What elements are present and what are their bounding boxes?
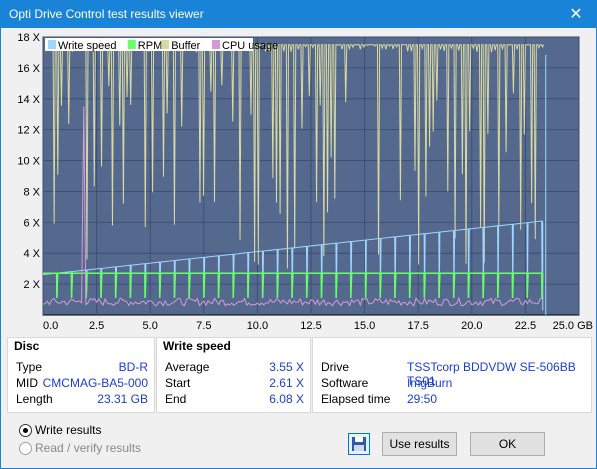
window-title: Opti Drive Control test results viewer [9,7,204,21]
x-tick-label: 12.5 [300,320,321,332]
x-tick-label: 20.0 [461,320,482,332]
x-tick-label: 5.0 [143,320,158,332]
legend-swatch [48,40,56,49]
legend-label: Buffer [171,40,200,52]
disc-header: Disc [14,339,40,353]
x-tick-label: 15.0 [354,320,375,332]
save-button[interactable] [348,433,370,455]
y-tick-label: 4 X [23,248,40,260]
legend-swatch [127,40,136,49]
y-tick-label: 10 X [17,156,40,168]
start-value: 2.61 X [269,376,304,390]
close-icon[interactable]: ✕ [556,1,596,28]
x-tick-label: 2.5 [89,320,104,332]
x-tick-label: 10.0 [247,320,268,332]
disc-type-value: BD-R [118,360,148,374]
elapsed-time-row: Elapsed time 29:50 [321,392,585,408]
legend-label: Write speed [58,40,117,52]
read-verify-results-label: Read / verify results [35,441,142,455]
legend-label: CPU usage [222,40,278,52]
x-tick-label: 22.5 [515,320,536,332]
write-results-label: Write results [35,423,102,437]
y-tick-label: 12 X [17,125,40,137]
average-row: Average 3.55 X [165,360,304,376]
x-tick-label: 7.5 [196,320,211,332]
end-row: End 6.08 X [165,392,304,408]
y-tick-label: 6 X [23,217,40,229]
disc-length-label: Length [16,392,53,406]
end-value: 6.08 X [269,392,304,406]
write-speed-panel: Write speed Average 3.55 X Start 2.61 X … [156,337,311,413]
drive-label: Drive [321,360,350,374]
end-label: End [165,392,187,406]
average-label: Average [165,360,210,374]
y-tick-label: 2 X [23,279,40,291]
use-results-button[interactable]: Use results [382,432,457,456]
start-row: Start 2.61 X [165,376,304,392]
elapsed-time-value: 29:50 [407,392,438,406]
drive-row: Drive TSSTcorp BDDVDW SE-506BB TS01 [321,360,585,388]
disc-type-row: Type BD-R [16,360,148,376]
title-bar: Opti Drive Control test results viewer ✕ [1,1,596,28]
disc-panel: Disc Type BD-R MID CMCMAG-BA5-000 Length… [7,337,155,413]
ok-button[interactable]: OK [470,432,545,456]
start-label: Start [165,376,191,390]
software-value: ImgBurn [407,376,453,390]
read-verify-results-radio[interactable] [19,442,32,455]
floppy-disk-icon [352,437,366,451]
legend-swatch [212,40,220,49]
y-tick-label: 14 X [17,94,40,106]
write-results-radio[interactable] [19,424,32,437]
elapsed-time-label: Elapsed time [321,392,391,406]
legend-label: RPM [138,40,162,52]
y-tick-label: 18 X [17,32,40,44]
disc-mid-value: CMCMAG-BA5-000 [42,376,148,390]
software-label: Software [321,376,369,390]
write-speed-header: Write speed [163,339,231,353]
software-row: Software ImgBurn [321,376,585,392]
y-tick-label: 16 X [17,63,40,75]
y-tick-label: 8 X [23,186,40,198]
disc-length-value: 23.31 GB [97,392,148,406]
x-tick-label: 17.5 [407,320,428,332]
speed-chart: 2 X 4 X 6 X 8 X 10 X 12 X 14 X 16 X 18 X 0.0 2.5 5.… [17,32,593,332]
disc-length-row: Length 23.31 GB [16,392,148,408]
average-value: 3.55 X [269,360,304,374]
x-tick-label: 0.0 [43,320,58,332]
disc-mid-row: MID CMCMAG-BA5-000 [16,376,148,392]
legend-swatch [161,40,170,49]
x-tick-label: 25.0 GB [553,320,593,332]
disc-type-label: Type [16,360,43,374]
app-window: Opti Drive Control test results viewer ✕… [0,0,597,469]
disc-mid-label: MID [16,376,38,390]
drive-panel: Drive TSSTcorp BDDVDW SE-506BB TS01 Soft… [312,337,592,413]
